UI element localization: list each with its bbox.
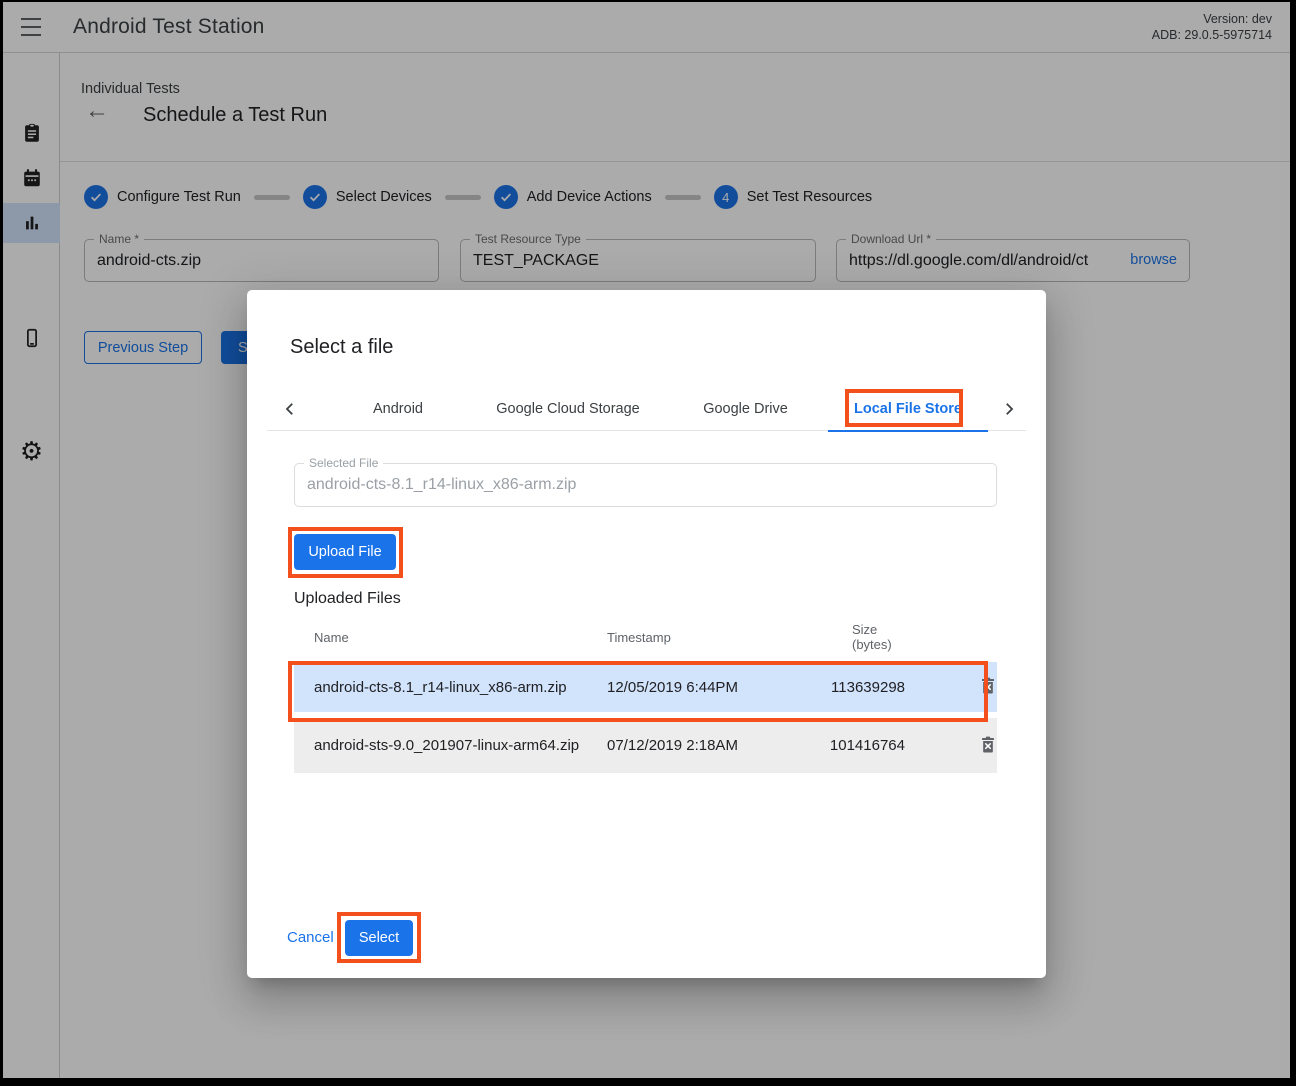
column-header-size: Size (bytes) — [852, 622, 892, 652]
file-source-tabs: Android Google Cloud Storage Google Driv… — [267, 386, 1026, 431]
column-header-name: Name — [314, 630, 349, 645]
dialog-title: Select a file — [290, 336, 393, 359]
file-name-cell: android-cts-8.1_r14-linux_x86-arm.zip — [314, 679, 567, 696]
select-file-dialog: Select a file Android Google Cloud Stora… — [247, 290, 1046, 978]
window-frame-edge — [1290, 0, 1296, 1086]
timestamp-cell: 07/12/2019 2:18AM — [607, 737, 738, 754]
trash-icon — [978, 684, 998, 699]
size-cell: 101416764 — [790, 737, 905, 754]
select-button[interactable]: Select — [345, 920, 413, 956]
chevron-left-icon[interactable] — [275, 394, 305, 424]
window-frame-edge — [0, 0, 1296, 2]
tab-android[interactable]: Android — [323, 386, 473, 431]
selected-file-value: android-cts-8.1_r14-linux_x86-arm.zip — [307, 464, 576, 506]
table-header-row: Name Timestamp Size (bytes) — [294, 616, 997, 662]
delete-file-button[interactable] — [977, 676, 999, 698]
upload-file-button[interactable]: Upload File — [294, 534, 396, 570]
table-row[interactable]: android-cts-8.1_r14-linux_x86-arm.zip 12… — [294, 662, 997, 712]
tab-google-drive[interactable]: Google Drive — [663, 386, 828, 431]
uploaded-files-table: Name Timestamp Size (bytes) android-cts-… — [294, 616, 997, 779]
file-name-cell: android-sts-9.0_201907-linux-arm64.zip — [314, 737, 579, 754]
tab-google-cloud-storage[interactable]: Google Cloud Storage — [473, 386, 663, 431]
selected-file-field[interactable]: Selected File android-cts-8.1_r14-linux_… — [294, 463, 997, 507]
column-header-timestamp: Timestamp — [607, 630, 671, 645]
timestamp-cell: 12/05/2019 6:44PM — [607, 679, 738, 696]
android-test-station-app: Android Test Station Version: dev ADB: 2… — [0, 0, 1296, 1086]
tab-local-file-store[interactable]: Local File Store — [828, 386, 988, 431]
window-frame-edge — [0, 0, 3, 1086]
delete-file-button[interactable] — [977, 735, 999, 757]
size-cell: 113639298 — [790, 679, 905, 696]
table-row[interactable]: android-sts-9.0_201907-linux-arm64.zip 0… — [294, 718, 997, 773]
uploaded-files-heading: Uploaded Files — [294, 590, 401, 608]
tab-strip: Android Google Cloud Storage Google Driv… — [323, 386, 988, 431]
trash-icon — [978, 743, 998, 758]
window-frame-edge — [0, 1078, 1296, 1086]
chevron-right-icon[interactable] — [994, 394, 1024, 424]
cancel-button[interactable]: Cancel — [287, 920, 334, 956]
